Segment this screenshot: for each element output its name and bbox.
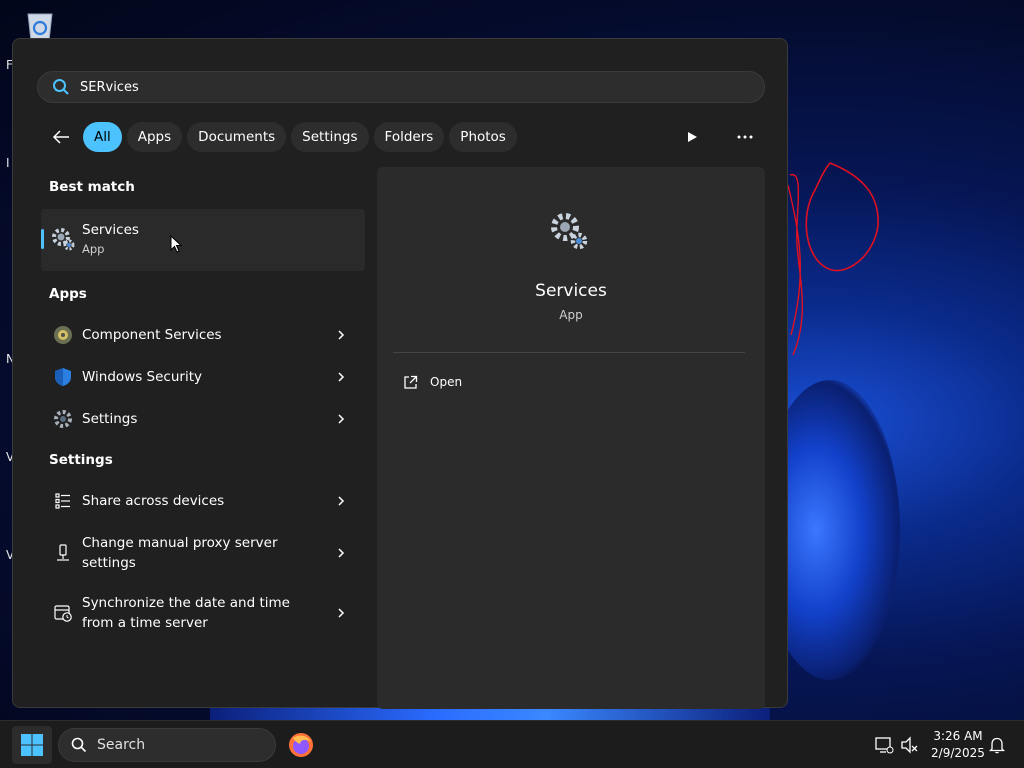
setting-item-label: Change manual proxy server settings <box>82 535 278 571</box>
app-item-label: Component Services <box>82 327 222 343</box>
start-button[interactable] <box>12 726 52 764</box>
filter-bar: All Apps Documents Settings Folders Phot… <box>43 121 522 153</box>
search-icon <box>71 737 87 753</box>
apps-heading: Apps <box>49 286 87 302</box>
best-match-heading: Best match <box>49 179 135 195</box>
filter-all[interactable]: All <box>83 122 122 152</box>
chevron-right-icon <box>338 372 345 382</box>
clock-date: 2/9/2025 <box>931 746 985 760</box>
filter-settings[interactable]: Settings <box>291 122 369 152</box>
windows-logo-icon <box>21 734 43 756</box>
share-devices-icon <box>55 493 70 509</box>
setting-item-share-across-devices[interactable]: Share across devices <box>41 481 365 521</box>
more-options-button[interactable] <box>735 127 755 147</box>
firefox-icon[interactable] <box>288 732 314 758</box>
time-sync-icon <box>54 605 72 622</box>
filter-documents[interactable]: Documents <box>187 122 287 152</box>
search-box[interactable] <box>37 71 765 103</box>
preview-title: Services <box>535 281 607 301</box>
play-icon <box>688 132 697 142</box>
filter-folders[interactable]: Folders <box>373 122 445 152</box>
app-item-component-services[interactable]: Component Services <box>41 315 365 355</box>
search-input[interactable] <box>80 79 680 95</box>
ellipsis-icon <box>737 135 753 139</box>
network-icon[interactable] <box>874 735 894 755</box>
mouse-cursor-icon <box>170 235 182 253</box>
app-item-windows-security[interactable]: Windows Security <box>41 357 365 397</box>
filter-apps[interactable]: Apps <box>126 122 183 152</box>
proxy-icon <box>57 544 69 561</box>
system-clock[interactable]: 3:26 AM 2/9/2025 <box>928 728 988 762</box>
chevron-right-icon <box>338 496 345 506</box>
app-item-label: Settings <box>82 411 138 427</box>
open-action-label: Open <box>430 375 463 389</box>
bell-icon[interactable] <box>987 735 1007 755</box>
red-scribble-annotation <box>787 162 879 356</box>
setting-item-proxy[interactable]: Change manual proxy server settings <box>41 523 365 583</box>
app-item-settings[interactable]: Settings <box>41 399 365 439</box>
shield-icon <box>55 368 71 386</box>
chevron-right-icon <box>338 608 345 618</box>
open-action[interactable]: Open <box>403 372 462 392</box>
more-filters-button[interactable] <box>682 127 702 147</box>
preview-subtitle: App <box>559 308 583 322</box>
selection-indicator <box>41 229 44 249</box>
app-item-label: Windows Security <box>82 369 202 385</box>
component-services-icon <box>54 326 72 344</box>
best-match-result[interactable]: Services App <box>41 209 365 271</box>
best-match-type: App <box>82 242 105 256</box>
arrow-left-icon <box>52 130 69 144</box>
open-external-icon <box>404 375 418 389</box>
filter-photos[interactable]: Photos <box>449 122 517 152</box>
volume-muted-icon[interactable] <box>900 735 920 755</box>
setting-item-label: Share across devices <box>82 493 225 509</box>
chevron-right-icon <box>338 330 345 340</box>
gear-icon <box>54 410 72 428</box>
desktop-label-fragment: I <box>6 156 10 170</box>
search-icon <box>53 79 69 95</box>
taskbar-search-label: Search <box>97 737 146 753</box>
services-gear-icon <box>52 228 75 251</box>
services-gear-icon <box>551 213 588 250</box>
taskbar-search[interactable]: Search <box>58 728 276 762</box>
start-search-panel: All Apps Documents Settings Folders Phot… <box>12 38 788 709</box>
taskbar: Search 3:26 AM 2/9/2025 <box>0 720 1024 768</box>
setting-item-time-sync[interactable]: Synchronize the date and time from a tim… <box>41 583 365 643</box>
back-button[interactable] <box>43 121 79 153</box>
chevron-right-icon <box>338 548 345 558</box>
recycle-bin-icon[interactable] <box>22 8 58 42</box>
divider <box>393 352 745 353</box>
preview-pane: Services App Open <box>377 167 765 709</box>
setting-item-label: Synchronize the date and time from a tim… <box>82 595 290 631</box>
best-match-name: Services <box>82 222 139 238</box>
clock-time: 3:26 AM <box>933 729 983 743</box>
settings-heading: Settings <box>49 452 113 468</box>
chevron-right-icon <box>338 414 345 424</box>
